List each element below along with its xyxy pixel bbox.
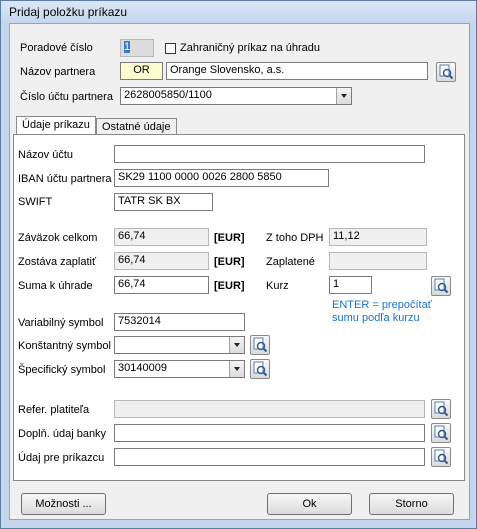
payee-info-label: Údaj pre príkazcu: [18, 452, 105, 464]
rate-lookup-button[interactable]: [431, 276, 451, 296]
variable-symbol-label: Variabilný symbol: [18, 317, 104, 329]
iban-field[interactable]: SK29 1100 0000 0026 2800 5850: [114, 169, 329, 187]
specific-symbol-lookup-button[interactable]: [250, 359, 270, 379]
search-icon: [434, 449, 449, 465]
account-name-field[interactable]: [114, 145, 425, 163]
payer-ref-lookup-button[interactable]: [431, 399, 451, 419]
options-button[interactable]: Možnosti ...: [21, 493, 106, 515]
remaining-field: 66,74: [114, 252, 209, 270]
cancel-button[interactable]: Storno: [369, 493, 454, 515]
account-combo[interactable]: 2628005850/1100: [120, 87, 352, 105]
search-icon: [439, 64, 454, 80]
payer-ref-label: Refer. platiteľa: [18, 404, 90, 416]
bank-info-field[interactable]: [114, 424, 425, 442]
variable-symbol-field[interactable]: 7532014: [114, 313, 245, 331]
swift-field[interactable]: TATR SK BX: [114, 193, 213, 211]
swift-label: SWIFT: [18, 196, 53, 208]
chevron-down-icon[interactable]: [229, 361, 244, 377]
search-icon: [253, 337, 268, 353]
account-value: 2628005850/1100: [124, 89, 212, 101]
liability-label: Záväzok celkom: [18, 232, 98, 244]
partner-name-field[interactable]: Orange Slovensko, a.s.: [166, 62, 428, 80]
order-no-field[interactable]: 1: [120, 39, 154, 57]
partner-label: Názov partnera: [20, 66, 96, 78]
search-icon: [253, 361, 268, 377]
partner-code-field[interactable]: OR: [120, 62, 163, 80]
chevron-down-icon[interactable]: [229, 337, 244, 353]
tab-order-data[interactable]: Údaje príkazu: [16, 116, 96, 136]
currency-label-3: [EUR]: [214, 280, 245, 292]
partner-lookup-button[interactable]: [436, 62, 456, 82]
payee-info-lookup-button[interactable]: [431, 447, 451, 467]
specific-symbol-value: 30140009: [118, 362, 167, 374]
remaining-label: Zostáva zaplatiť: [18, 256, 97, 268]
liability-field: 66,74: [114, 228, 209, 246]
specific-symbol-label: Špecifický symbol: [18, 364, 106, 376]
foreign-order-label: Zahraničný príkaz na úhradu: [180, 42, 321, 54]
payee-info-field[interactable]: [114, 448, 425, 466]
account-label: Číslo účtu partnera: [20, 91, 113, 103]
bank-info-lookup-button[interactable]: [431, 423, 451, 443]
currency-label-2: [EUR]: [214, 256, 245, 268]
amount-label: Suma k úhrade: [18, 280, 93, 292]
vat-field: 11,12: [329, 228, 427, 246]
tab-panel: Názov účtu IBAN účtu partnera SK29 1100 …: [13, 134, 465, 481]
constant-symbol-label: Konštantný symbol: [18, 340, 111, 352]
currency-label-1: [EUR]: [214, 232, 245, 244]
ok-button[interactable]: Ok: [267, 493, 352, 515]
amount-field[interactable]: 66,74: [114, 276, 209, 294]
paid-field: [329, 252, 427, 270]
rate-label: Kurz: [266, 280, 289, 292]
foreign-order-checkbox[interactable]: [165, 43, 176, 54]
constant-symbol-combo[interactable]: [114, 336, 245, 354]
search-icon: [434, 278, 449, 294]
specific-symbol-combo[interactable]: 30140009: [114, 360, 245, 378]
vat-label: Z toho DPH: [266, 232, 324, 244]
order-no-label: Poradové číslo: [20, 42, 93, 54]
recalc-hint-line2: sumu podľa kurzu: [332, 312, 420, 324]
bank-info-label: Doplň. údaj banky: [18, 428, 107, 440]
window-title: Pridaj položku príkazu: [9, 5, 128, 19]
recalc-hint-line1: ENTER = prepočítať: [332, 299, 432, 311]
iban-label: IBAN účtu partnera: [18, 173, 112, 185]
payer-ref-field: [114, 400, 425, 418]
dialog-body: Poradové číslo 1 Zahraničný príkaz na úh…: [9, 23, 470, 520]
search-icon: [434, 401, 449, 417]
dialog-window: Pridaj položku príkazu Poradové číslo 1 …: [0, 0, 477, 529]
chevron-down-icon[interactable]: [336, 88, 351, 104]
account-name-label: Názov účtu: [18, 149, 74, 161]
rate-field[interactable]: 1: [329, 276, 372, 294]
search-icon: [434, 425, 449, 441]
constant-symbol-lookup-button[interactable]: [250, 335, 270, 355]
title-bar: Pridaj položku príkazu: [1, 1, 476, 23]
paid-label: Zaplatené: [266, 256, 315, 268]
